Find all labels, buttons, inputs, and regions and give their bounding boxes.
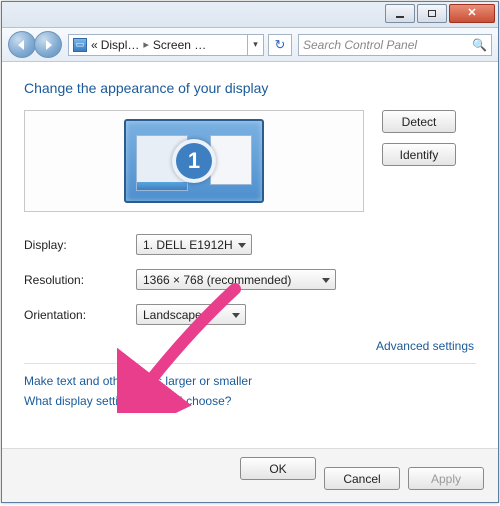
resolution-label: Resolution:: [24, 273, 136, 287]
breadcrumb-prefix: «: [91, 38, 98, 52]
ok-button[interactable]: OK: [240, 457, 316, 480]
monitor-thumbnail[interactable]: 1: [124, 119, 264, 203]
refresh-icon: ↻: [275, 37, 286, 53]
search-placeholder: Search Control Panel: [303, 38, 472, 52]
display-preview-row: 1 Detect Identify: [24, 110, 476, 212]
orientation-value: Landscape: [143, 308, 202, 322]
row-resolution: Resolution: 1366 × 768 (recommended): [24, 269, 476, 290]
orientation-combo[interactable]: Landscape: [136, 304, 246, 325]
control-panel-icon: ▭: [73, 38, 87, 52]
nav-back-button[interactable]: [8, 31, 36, 58]
dialog-footer: OK Cancel Apply: [2, 448, 498, 502]
breadcrumb-dropdown[interactable]: ▾: [248, 34, 264, 56]
maximize-button[interactable]: [417, 4, 447, 23]
display-value: 1. DELL E1912H: [143, 238, 233, 252]
control-panel-window: ✕ ▭ « Displ… ▸ Screen … ▾ ↻ Search Contr…: [1, 1, 499, 503]
display-preview-box[interactable]: 1: [24, 110, 364, 212]
advanced-settings-link[interactable]: Advanced settings: [24, 339, 474, 353]
separator: [24, 363, 476, 364]
apply-button[interactable]: Apply: [408, 467, 484, 490]
cancel-button[interactable]: Cancel: [324, 467, 400, 490]
minimize-button[interactable]: [385, 4, 415, 23]
monitor-window-right: [210, 135, 252, 185]
row-orientation: Orientation: Landscape: [24, 304, 476, 325]
page-heading: Change the appearance of your display: [24, 80, 476, 96]
toolbar: ▭ « Displ… ▸ Screen … ▾ ↻ Search Control…: [2, 28, 498, 62]
content-area: Change the appearance of your display 1 …: [2, 62, 498, 502]
chevron-down-icon: ▾: [253, 39, 258, 50]
minimize-icon: [396, 16, 404, 18]
breadcrumb-chevron-icon: ▸: [143, 38, 149, 51]
monitor-number-badge: 1: [172, 139, 216, 183]
identify-button[interactable]: Identify: [382, 143, 456, 166]
refresh-button[interactable]: ↻: [268, 34, 292, 56]
resolution-value: 1366 × 768 (recommended): [143, 273, 291, 287]
display-combo[interactable]: 1. DELL E1912H: [136, 234, 252, 255]
breadcrumb[interactable]: ▭ « Displ… ▸ Screen …: [68, 34, 248, 56]
breadcrumb-seg1: Displ…: [101, 38, 140, 52]
breadcrumb-seg2: Screen …: [153, 38, 206, 52]
nav-forward-button[interactable]: [34, 31, 62, 58]
titlebar: ✕: [2, 2, 498, 28]
detect-button[interactable]: Detect: [382, 110, 456, 133]
maximize-icon: [428, 10, 436, 17]
search-input[interactable]: Search Control Panel 🔍: [298, 34, 492, 56]
close-icon: ✕: [467, 8, 476, 19]
preview-side-buttons: Detect Identify: [382, 110, 456, 166]
close-button[interactable]: ✕: [449, 4, 495, 23]
row-display: Display: 1. DELL E1912H: [24, 234, 476, 255]
help-link[interactable]: What display settings should I choose?: [24, 394, 476, 408]
display-settings: Display: 1. DELL E1912H Resolution: 1366…: [24, 234, 476, 325]
text-size-link[interactable]: Make text and other items larger or smal…: [24, 374, 476, 388]
search-icon: 🔍: [472, 38, 487, 52]
resolution-combo[interactable]: 1366 × 768 (recommended): [136, 269, 336, 290]
display-label: Display:: [24, 238, 136, 252]
orientation-label: Orientation:: [24, 308, 136, 322]
